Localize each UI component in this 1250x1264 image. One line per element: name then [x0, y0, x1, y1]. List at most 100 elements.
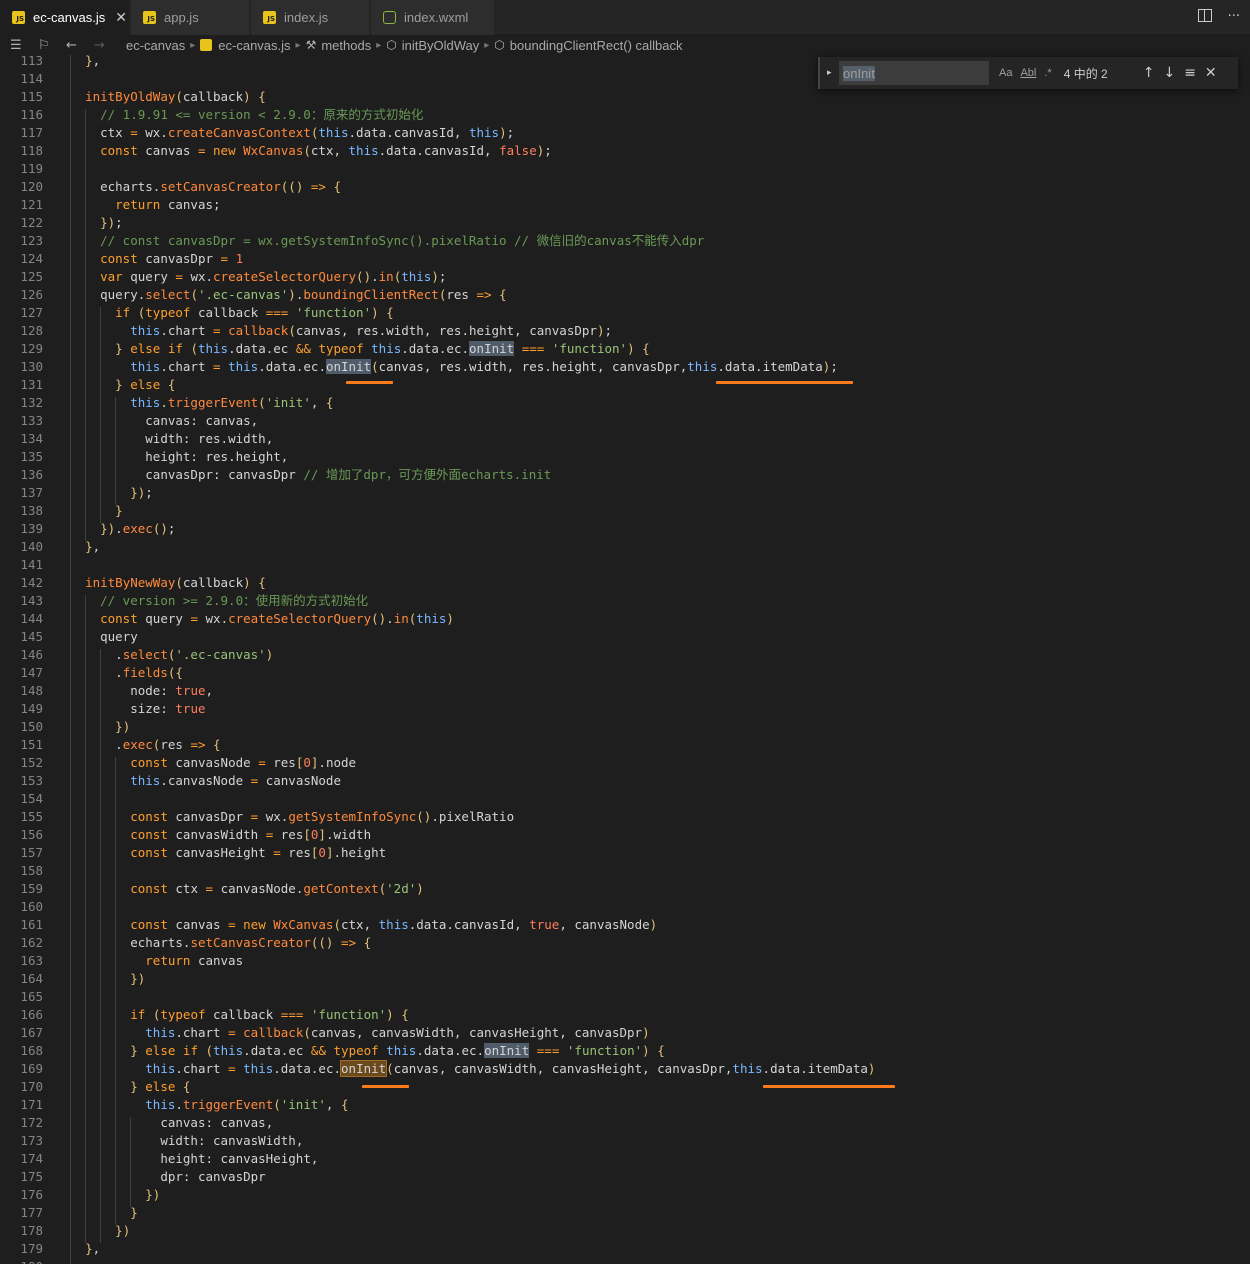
- code-line[interactable]: }): [70, 1222, 130, 1240]
- code-line[interactable]: } else if (this.data.ec && typeof this.d…: [70, 1042, 665, 1060]
- code-line[interactable]: const canvas = new WxCanvas(ctx, this.da…: [70, 142, 552, 160]
- editor-actions: ···: [1197, 9, 1240, 24]
- breadcrumb-method[interactable]: initByOldWay: [402, 38, 480, 53]
- code-line[interactable]: }).exec();: [70, 520, 175, 538]
- code-line[interactable]: this.triggerEvent('init', {: [70, 394, 333, 412]
- line-number: 124: [20, 251, 43, 266]
- code-line[interactable]: query: [70, 628, 138, 646]
- code-line[interactable]: this.chart = callback(canvas, res.width,…: [70, 322, 612, 340]
- code-line[interactable]: } else {: [70, 1078, 190, 1096]
- tab-index-wxml[interactable]: index.wxml: [371, 0, 495, 35]
- code-line[interactable]: const canvasHeight = res[0].height: [70, 844, 386, 862]
- code-line[interactable]: const ctx = canvasNode.getContext('2d'): [70, 880, 424, 898]
- code-line[interactable]: if (typeof callback === 'function') {: [70, 304, 394, 322]
- code-line[interactable]: node: true,: [70, 682, 213, 700]
- find-in-selection-icon[interactable]: ≡: [1184, 65, 1196, 81]
- code-line[interactable]: initByNewWay(callback) {: [70, 574, 266, 592]
- code-line[interactable]: width: res.width,: [70, 430, 273, 448]
- breadcrumb-file[interactable]: ec-canvas.js: [218, 38, 290, 53]
- code-line[interactable]: ctx = wx.createCanvasContext(this.data.c…: [70, 124, 514, 142]
- line-number: 129: [20, 341, 43, 356]
- line-number: 159: [20, 881, 43, 896]
- code-line[interactable]: } else if (this.data.ec && typeof this.d…: [70, 340, 650, 358]
- code-line[interactable]: this.triggerEvent('init', {: [70, 1096, 348, 1114]
- code-line[interactable]: this.chart = callback(canvas, canvasWidt…: [70, 1024, 649, 1042]
- breadcrumb-folder[interactable]: ec-canvas: [126, 38, 185, 53]
- code-line[interactable]: // 1.9.91 <= version < 2.9.0：原来的方式初始化: [70, 106, 423, 124]
- code-line[interactable]: canvas: canvas,: [70, 412, 258, 430]
- code-line[interactable]: canvas: canvas,: [70, 1114, 273, 1132]
- tab-index-js[interactable]: JS index.js: [251, 0, 370, 35]
- code-line[interactable]: return canvas: [70, 952, 243, 970]
- code-line[interactable]: } else {: [70, 376, 175, 394]
- code-line[interactable]: }): [70, 1186, 160, 1204]
- line-number: 177: [20, 1205, 43, 1220]
- line-number: 166: [20, 1007, 43, 1022]
- code-line[interactable]: var query = wx.createSelectorQuery().in(…: [70, 268, 446, 286]
- code-line[interactable]: },: [70, 538, 100, 556]
- line-number: 155: [20, 809, 43, 824]
- code-line[interactable]: size: true: [70, 700, 205, 718]
- bookmark-icon[interactable]: ⚐: [38, 38, 56, 53]
- code-line[interactable]: echarts.setCanvasCreator(() => {: [70, 934, 371, 952]
- method-cube-icon: ⬡: [494, 38, 505, 52]
- code-line[interactable]: .select('.ec-canvas'): [70, 646, 273, 664]
- code-line[interactable]: if (typeof callback === 'function') {: [70, 1006, 409, 1024]
- code-line[interactable]: canvasDpr: canvasDpr // 增加了dpr，可方便外面echa…: [70, 466, 551, 484]
- next-match-icon[interactable]: ↓: [1163, 65, 1175, 81]
- match-case-button[interactable]: Aa: [999, 67, 1012, 79]
- code-line[interactable]: width: canvasWidth,: [70, 1132, 303, 1150]
- more-actions-icon[interactable]: ···: [1228, 9, 1240, 24]
- previous-match-icon[interactable]: ↑: [1143, 65, 1155, 81]
- line-number: 162: [20, 935, 43, 950]
- forward-arrow-icon[interactable]: →: [94, 38, 112, 53]
- breadcrumb-methods[interactable]: methods: [321, 38, 371, 53]
- whole-word-button[interactable]: Abl: [1020, 67, 1036, 79]
- code-line[interactable]: this.chart = this.data.ec.onInit(canvas,…: [70, 358, 838, 376]
- code-line[interactable]: echarts.setCanvasCreator(() => {: [70, 178, 341, 196]
- code-line[interactable]: dpr: canvasDpr: [70, 1168, 265, 1186]
- back-arrow-icon[interactable]: ←: [66, 38, 84, 53]
- find-result-count: 4 中的 2: [1063, 66, 1108, 81]
- regex-button[interactable]: .*: [1044, 67, 1051, 79]
- code-editor[interactable]: 113 114 115 116 117 118 119 120 121 122 123 124 125 1…: [0, 55, 1250, 1264]
- line-number: 144: [20, 611, 43, 626]
- code-line[interactable]: },: [70, 1240, 100, 1258]
- tab-app-js[interactable]: JS app.js: [131, 0, 250, 35]
- code-line[interactable]: });: [70, 484, 153, 502]
- code-area[interactable]: }, initByOldWay(callback) { // 1.9.91 <=…: [70, 55, 1250, 1264]
- find-input[interactable]: onInit: [839, 61, 989, 85]
- close-icon[interactable]: ✕: [1205, 65, 1217, 81]
- code-line[interactable]: });: [70, 214, 123, 232]
- close-icon[interactable]: ✕: [115, 10, 127, 26]
- code-line[interactable]: // version >= 2.9.0：使用新的方式初始化: [70, 592, 368, 610]
- code-line[interactable]: const canvas = new WxCanvas(ctx, this.da…: [70, 916, 657, 934]
- code-line[interactable]: .exec(res => {: [70, 736, 220, 754]
- code-line[interactable]: return canvas;: [70, 196, 220, 214]
- code-line[interactable]: const canvasDpr = 1: [70, 250, 243, 268]
- code-line[interactable]: const canvasWidth = res[0].width: [70, 826, 371, 844]
- toggle-replace-icon[interactable]: ▸: [827, 68, 839, 78]
- tab-ec-canvas-js[interactable]: JS ec-canvas.js ✕: [0, 0, 130, 35]
- line-number: 113: [20, 55, 43, 68]
- code-line[interactable]: height: canvasHeight,: [70, 1150, 318, 1168]
- code-line[interactable]: initByOldWay(callback) {: [70, 88, 266, 106]
- code-line[interactable]: this.chart = this.data.ec.onInit(canvas,…: [70, 1060, 875, 1078]
- code-line[interactable]: }: [70, 502, 123, 520]
- code-line[interactable]: const query = wx.createSelectorQuery().i…: [70, 610, 454, 628]
- code-line[interactable]: height: res.height,: [70, 448, 288, 466]
- code-line[interactable]: const canvasNode = res[0].node: [70, 754, 356, 772]
- code-line[interactable]: .fields({: [70, 664, 183, 682]
- code-line[interactable]: [70, 1258, 85, 1264]
- code-line[interactable]: },: [70, 55, 100, 70]
- code-line[interactable]: }): [70, 970, 145, 988]
- breadcrumb-callback[interactable]: boundingClientRect() callback: [510, 38, 683, 53]
- code-line[interactable]: }: [70, 1204, 138, 1222]
- code-line[interactable]: const canvasDpr = wx.getSystemInfoSync()…: [70, 808, 514, 826]
- split-editor-icon[interactable]: [1197, 9, 1212, 22]
- code-line[interactable]: this.canvasNode = canvasNode: [70, 772, 341, 790]
- code-line[interactable]: }): [70, 718, 130, 736]
- list-icon[interactable]: ☰: [10, 38, 28, 53]
- code-line[interactable]: // const canvasDpr = wx.getSystemInfoSyn…: [70, 232, 704, 250]
- code-line[interactable]: query.select('.ec-canvas').boundingClien…: [70, 286, 506, 304]
